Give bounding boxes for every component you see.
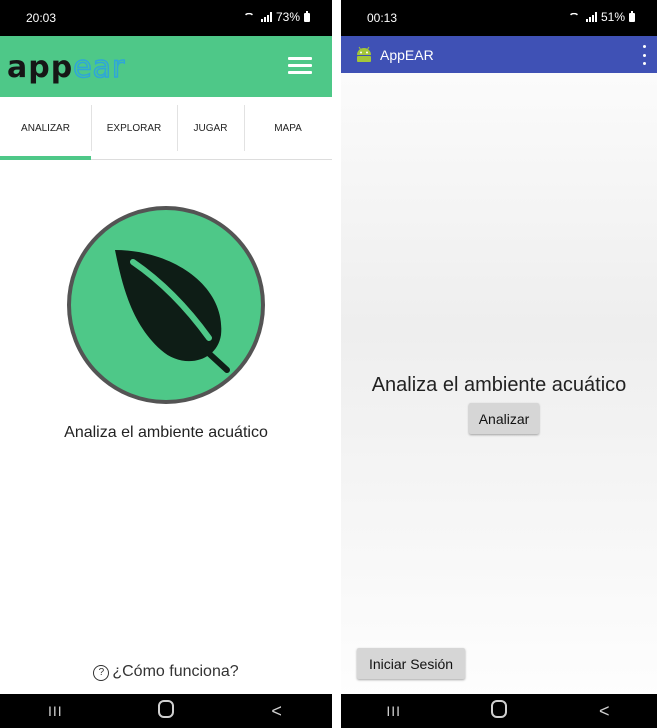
tab-explorar[interactable]: EXPLORAR [91, 97, 177, 159]
hamburger-menu-icon[interactable] [288, 57, 312, 75]
battery-icon [304, 10, 310, 22]
recent-apps-icon[interactable]: III [25, 703, 85, 719]
signal-icon [585, 12, 597, 22]
signal-icon [260, 12, 272, 22]
system-nav-bar: III < [0, 694, 332, 728]
home-icon[interactable] [136, 699, 196, 723]
phone-right: 00:13 51% AppEAR Analiza el ambiente acu… [341, 0, 657, 728]
back-icon[interactable]: < [574, 701, 634, 722]
status-time: 00:13 [367, 11, 398, 25]
battery-percent: 73% [275, 10, 300, 24]
analyze-button[interactable]: Analizar [469, 403, 539, 434]
help-circle-icon: ? [93, 665, 110, 681]
tab-bar: ANALIZAR EXPLORAR JUGAR MAPA [0, 97, 332, 160]
tab-jugar[interactable]: JUGAR [177, 97, 244, 159]
recent-apps-icon[interactable]: III [364, 703, 424, 719]
home-icon[interactable] [469, 699, 529, 723]
how-it-works-link[interactable]: ? ¿Cómo funciona? [0, 663, 332, 681]
app-header: appear [0, 36, 332, 97]
appear-logo: appear [7, 49, 126, 86]
system-nav-bar: III < [341, 694, 657, 728]
wifi-icon [568, 12, 580, 21]
battery-icon [629, 10, 635, 22]
login-button[interactable]: Iniciar Sesión [357, 648, 465, 679]
app-bar: AppEAR [341, 36, 657, 73]
wifi-icon [243, 12, 255, 21]
status-bar: 00:13 51% [341, 0, 657, 36]
app-title: AppEAR [380, 47, 434, 63]
tagline: Analiza el ambiente acuático [64, 424, 268, 441]
tab-mapa[interactable]: MAPA [244, 97, 332, 159]
leaf-icon [115, 250, 230, 373]
status-bar: 20:03 73% [0, 0, 332, 36]
overflow-menu-icon[interactable] [641, 45, 647, 65]
battery-percent: 51% [600, 10, 625, 24]
android-icon [357, 46, 371, 62]
back-icon[interactable]: < [247, 701, 307, 722]
tab-analizar[interactable]: ANALIZAR [0, 97, 91, 160]
analyze-leaf-button[interactable] [67, 206, 265, 404]
status-time: 20:03 [26, 11, 57, 25]
phone-left: 20:03 73% appear ANALIZAR EXPLORAR JUGAR… [0, 0, 332, 728]
tagline: Analiza el ambiente acuático [371, 374, 627, 396]
